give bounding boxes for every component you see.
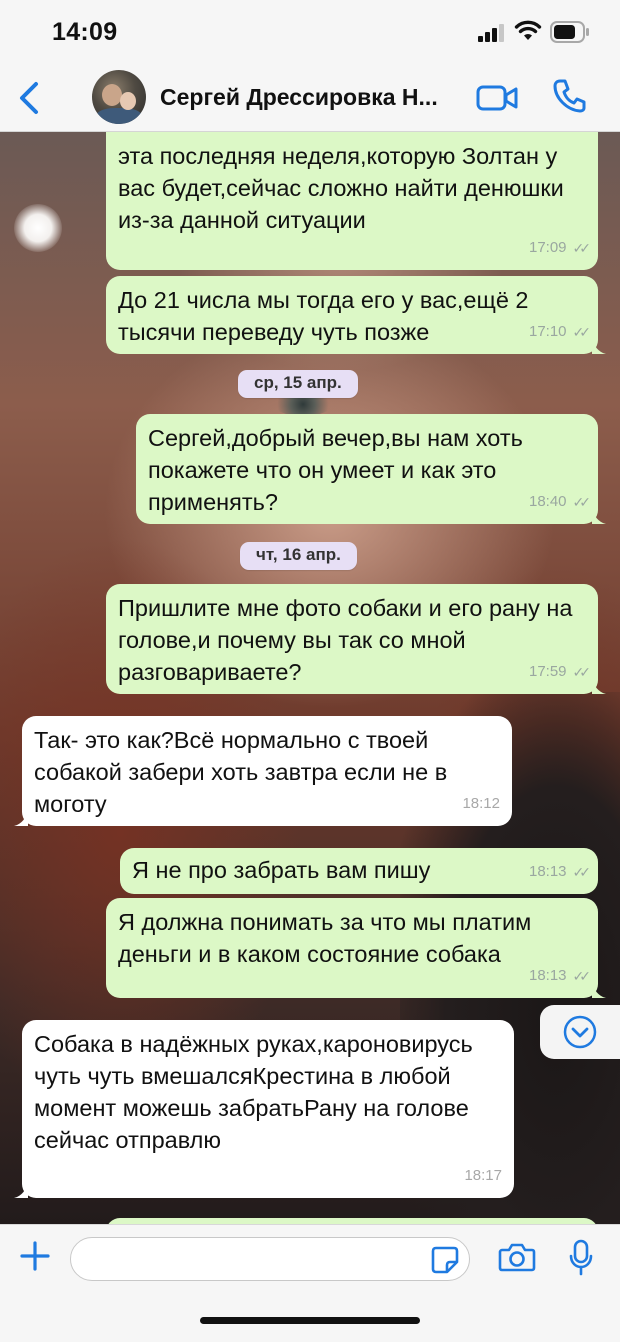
- date-separator: ср, 15 апр.: [238, 370, 358, 398]
- scroll-to-bottom-button[interactable]: [540, 1005, 620, 1059]
- message-time: 17:09: [528, 239, 567, 256]
- message-meta: 18:13 ✓✓: [528, 960, 592, 992]
- message-time: 18:13: [528, 967, 567, 984]
- back-chevron-icon[interactable]: [14, 78, 46, 118]
- message-text: Так- это как?Всё нормально с твоей собак…: [34, 727, 448, 817]
- message-time: 18:13: [528, 863, 567, 880]
- message-meta: 18:13 ✓✓: [528, 856, 592, 888]
- bubble-tail: [592, 338, 606, 354]
- video-call-icon[interactable]: [476, 82, 520, 114]
- wallpaper-lamp: [14, 204, 62, 252]
- message-bubble-outgoing[interactable]: До 21 числа мы тогда его у вас,ещё 2 тыс…: [106, 276, 606, 354]
- bubble-tail: [14, 1182, 28, 1198]
- read-receipt-icon: ✓✓: [572, 968, 592, 984]
- chat-header: Сергей Дрессировка Н...: [0, 64, 620, 132]
- bubble-tail: [592, 982, 606, 998]
- add-attachment-icon[interactable]: [18, 1239, 52, 1273]
- input-bar: [0, 1224, 620, 1342]
- bubble-tail: [14, 810, 28, 826]
- sticker-icon[interactable]: [430, 1245, 460, 1275]
- message-text: Собака в надёжных руках,кароновирусь чут…: [34, 1031, 473, 1153]
- message-bubble-outgoing[interactable]: Пришлите мне фото собаки и его рану на г…: [106, 584, 606, 694]
- message-time: 17:10: [528, 323, 567, 340]
- message-text: эта последняя неделя,которую Золтан у ва…: [118, 143, 564, 233]
- message-text: Пришлите мне фото собаки и его рану на г…: [118, 595, 573, 685]
- wifi-icon: [514, 20, 542, 40]
- message-meta: 17:59 ✓✓: [528, 656, 592, 688]
- message-bubble-incoming[interactable]: Собака в надёжных руках,кароновирусь чут…: [14, 1020, 514, 1198]
- message-text: Я должна понимать за что мы платим деньг…: [118, 909, 532, 967]
- message-text: Сергей,добрый вечер,вы нам хоть покажете…: [148, 425, 523, 515]
- date-separator: чт, 16 апр.: [240, 542, 357, 570]
- battery-icon: [550, 21, 589, 43]
- message-meta: 18:12: [462, 788, 500, 820]
- home-indicator: [200, 1317, 420, 1324]
- read-receipt-icon: ✓✓: [572, 664, 592, 680]
- message-time: 18:12: [462, 795, 500, 812]
- message-meta: 18:17: [464, 1160, 502, 1192]
- status-time: 14:09: [52, 18, 118, 46]
- read-receipt-icon: ✓✓: [572, 324, 592, 340]
- read-receipt-icon: ✓✓: [572, 240, 592, 256]
- bubble-tail: [592, 678, 606, 694]
- status-bar: 14:09: [0, 0, 620, 64]
- read-receipt-icon: ✓✓: [572, 864, 592, 880]
- message-bubble-outgoing[interactable]: эта последняя неделя,которую Золтан у ва…: [106, 132, 598, 270]
- message-text: Я не про забрать вам пишу: [132, 857, 431, 883]
- chevron-down-circle-icon: [563, 1015, 597, 1049]
- camera-icon[interactable]: [498, 1241, 536, 1273]
- message-text: До 21 числа мы тогда его у вас,ещё 2 тыс…: [118, 287, 529, 345]
- voice-call-icon[interactable]: [552, 78, 586, 114]
- message-bubble-outgoing[interactable]: Сергей,добрый вечер,вы нам хоть покажете…: [136, 414, 606, 524]
- message-bubble-outgoing[interactable]: Я должна понимать за что мы платим деньг…: [106, 898, 606, 998]
- bubble-tail: [592, 508, 606, 524]
- read-receipt-icon: ✓✓: [572, 494, 592, 510]
- contact-name[interactable]: Сергей Дрессировка Н...: [160, 84, 438, 111]
- message-bubble-outgoing[interactable]: Я не про забрать вам пишу 18:13 ✓✓: [120, 848, 598, 894]
- message-time: 18:17: [464, 1167, 502, 1184]
- message-time: 17:59: [528, 663, 567, 680]
- cellular-signal-icon: [478, 24, 504, 42]
- message-meta: 18:40 ✓✓: [528, 486, 592, 518]
- message-input[interactable]: [70, 1237, 470, 1281]
- message-time: 18:40: [528, 493, 567, 510]
- message-meta: 17:10 ✓✓: [528, 316, 592, 348]
- microphone-icon[interactable]: [568, 1239, 594, 1277]
- message-meta: 17:09 ✓✓: [528, 232, 592, 264]
- chat-area[interactable]: эта последняя неделя,которую Золтан у ва…: [0, 132, 620, 1224]
- contact-avatar[interactable]: [92, 70, 146, 124]
- message-bubble-incoming[interactable]: Так- это как?Всё нормально с твоей собак…: [14, 716, 512, 826]
